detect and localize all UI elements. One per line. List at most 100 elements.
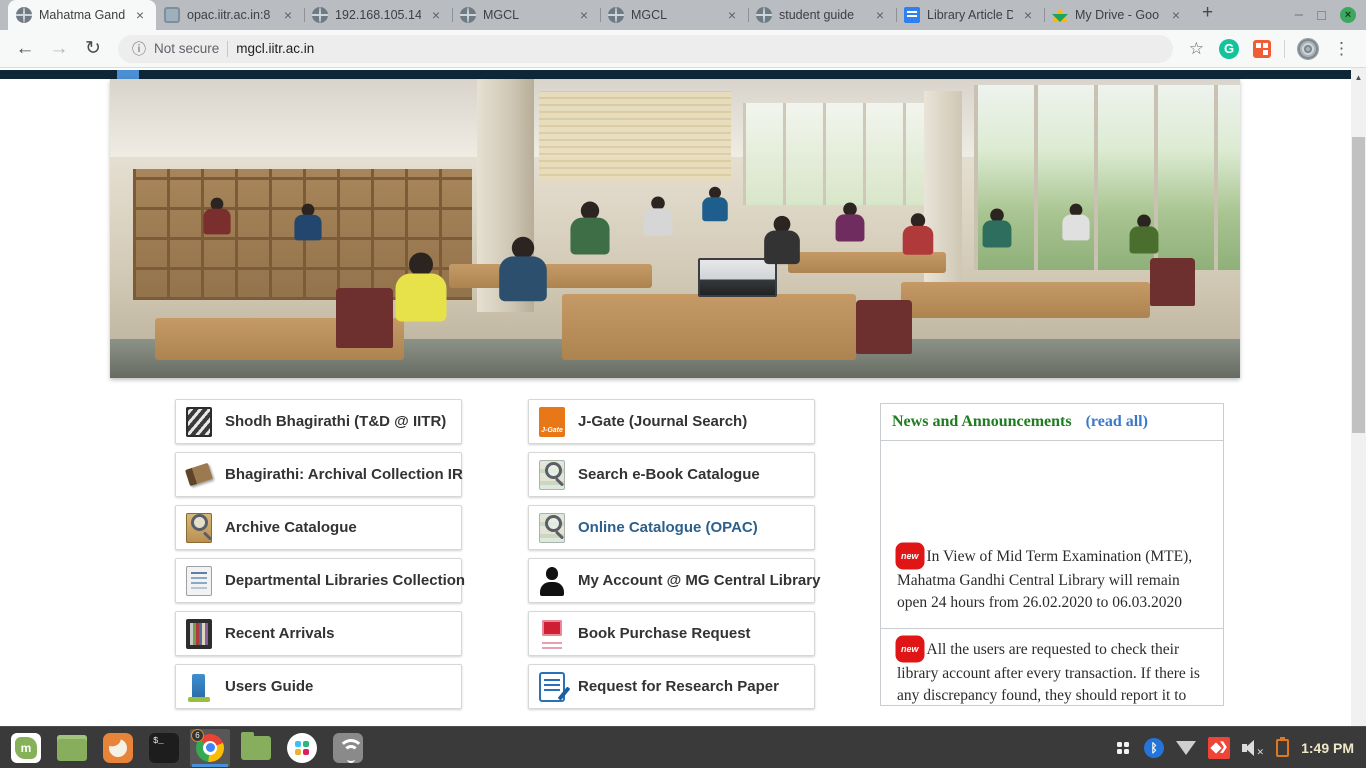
globe-favicon-icon — [460, 7, 476, 23]
close-window-button[interactable]: × — [1340, 7, 1356, 23]
photo-windows-greenery — [974, 85, 1240, 270]
tab-ip-address[interactable]: 192.168.105.14 × — [304, 0, 452, 30]
security-label: Not secure — [154, 41, 219, 56]
show-desktop-button[interactable] — [52, 729, 92, 767]
link-jgate[interactable]: J-Gate J-Gate (Journal Search) — [528, 399, 815, 444]
page-scrollbar[interactable]: ▲ — [1351, 68, 1366, 726]
system-taskbar: m $_ 6 ᛒ ✕ 1:49 PM — [0, 726, 1366, 768]
tab-opac[interactable]: opac.iitr.ac.in:8 × — [156, 0, 304, 30]
link-label: Shodh Bhagirathi (T&D @ IITR) — [225, 413, 446, 430]
reload-button[interactable]: ↻ — [78, 37, 108, 60]
wifi-signal-icon[interactable] — [1176, 741, 1196, 755]
browser-toolbar: ← → ↻ ⓘ Not secure mgcl.iitr.ac.in ☆ G ⋮ — [0, 30, 1366, 68]
tab-title: student guide — [779, 8, 865, 22]
firefox-launcher[interactable] — [98, 729, 138, 767]
link-departmental-libraries[interactable]: Departmental Libraries Collection — [175, 558, 462, 603]
forward-button[interactable]: → — [44, 38, 74, 60]
link-ebook-catalogue[interactable]: Search e-Book Catalogue — [528, 452, 815, 497]
photo-person — [903, 213, 934, 254]
tab-student-guide[interactable]: student guide × — [748, 0, 896, 30]
photo-chair — [856, 300, 913, 354]
link-bhagirathi-archival[interactable]: Bhagirathi: Archival Collection IR — [175, 452, 462, 497]
tab-mgcl-1[interactable]: MGCL × — [452, 0, 600, 30]
news-item-text-wrap: newAll the users are requested to check … — [897, 639, 1207, 705]
tab-close-icon[interactable]: × — [1168, 7, 1184, 23]
link-archive-catalogue[interactable]: Archive Catalogue — [175, 505, 462, 550]
mint-menu-button[interactable]: m — [6, 729, 46, 767]
folder-icon — [241, 736, 271, 760]
link-book-purchase-request[interactable]: Book Purchase Request — [528, 611, 815, 656]
slack-launcher[interactable] — [282, 729, 322, 767]
info-icon[interactable]: ⓘ — [132, 39, 146, 59]
link-shodh-bhagirathi[interactable]: Shodh Bhagirathi (T&D @ IITR) — [175, 399, 462, 444]
taskbar-clock[interactable]: 1:49 PM — [1301, 740, 1354, 756]
tab-mgcl-2[interactable]: MGCL × — [600, 0, 748, 30]
tab-my-drive[interactable]: My Drive - Goo × — [1044, 0, 1192, 30]
maximize-button[interactable] — [1317, 11, 1326, 20]
bluetooth-icon[interactable]: ᛒ — [1144, 738, 1164, 758]
wifi-app-icon — [333, 733, 363, 763]
bookshelf-icon — [186, 619, 212, 649]
link-label: Users Guide — [225, 678, 313, 695]
guide-book-icon — [186, 672, 212, 702]
scrollbar-thumb[interactable] — [1352, 137, 1365, 433]
red-book-icon — [539, 619, 565, 649]
file-manager-launcher[interactable] — [236, 729, 276, 767]
link-recent-arrivals[interactable]: Recent Arrivals — [175, 611, 462, 656]
news-announcements-panel: News and Announcements (read all) newIn … — [880, 403, 1224, 706]
grammarly-extension-icon[interactable]: G — [1219, 39, 1239, 59]
photo-table — [562, 294, 856, 360]
browser-menu-icon[interactable]: ⋮ — [1327, 39, 1356, 59]
thesis-stack-icon — [186, 407, 212, 437]
back-button[interactable]: ← — [10, 38, 40, 60]
terminal-icon: $_ — [149, 733, 179, 763]
omnibox-divider — [227, 41, 228, 57]
new-badge: new — [897, 637, 923, 661]
link-request-research-paper[interactable]: Request for Research Paper — [528, 664, 815, 709]
link-users-guide[interactable]: Users Guide — [175, 664, 462, 709]
tab-close-icon[interactable]: × — [1020, 7, 1036, 23]
photo-person — [294, 203, 321, 240]
read-all-link[interactable]: (read all) — [1086, 413, 1148, 431]
photo-person — [983, 208, 1012, 247]
url-text[interactable]: mgcl.iitr.ac.in — [236, 41, 314, 56]
slack-tray-icon[interactable] — [1114, 739, 1132, 757]
link-my-account[interactable]: My Account @ MG Central Library — [528, 558, 815, 603]
chrome-taskbar-button[interactable]: 6 — [190, 729, 230, 767]
photo-laptop — [698, 258, 777, 297]
tab-close-icon[interactable]: × — [576, 7, 592, 23]
google-docs-favicon-icon — [904, 7, 920, 23]
firefox-icon — [103, 733, 133, 763]
terminal-launcher[interactable]: $_ — [144, 729, 184, 767]
photo-person — [765, 215, 801, 263]
screenshot-extension-icon[interactable] — [1253, 40, 1271, 58]
quick-links-left-column: Shodh Bhagirathi (T&D @ IITR) Bhagirathi… — [175, 399, 462, 717]
window-controls: – × — [1295, 0, 1356, 30]
system-tray: ᛒ ✕ 1:49 PM — [1114, 737, 1360, 759]
volume-muted-icon[interactable]: ✕ — [1242, 738, 1264, 758]
tab-close-icon[interactable]: × — [132, 7, 148, 23]
new-tab-button[interactable]: + — [1192, 2, 1223, 28]
anydesk-icon[interactable] — [1208, 737, 1230, 759]
photo-person — [644, 196, 673, 235]
photo-person — [499, 237, 547, 301]
bookmark-star-icon[interactable]: ☆ — [1183, 39, 1210, 59]
quick-links-middle-column: J-Gate J-Gate (Journal Search) Search e-… — [528, 399, 815, 717]
battery-icon[interactable] — [1276, 739, 1289, 757]
address-bar[interactable]: ⓘ Not secure mgcl.iitr.ac.in — [118, 35, 1173, 63]
network-settings-launcher[interactable] — [328, 729, 368, 767]
photo-windows-mid — [743, 103, 924, 205]
clipboard-pencil-icon — [539, 672, 565, 702]
tab-close-icon[interactable]: × — [724, 7, 740, 23]
minimize-button[interactable]: – — [1295, 10, 1303, 20]
tab-close-icon[interactable]: × — [872, 7, 888, 23]
library-banner-photo — [110, 79, 1240, 378]
tab-mahatma-gandhi[interactable]: Mahatma Gand × — [8, 0, 156, 30]
tab-close-icon[interactable]: × — [280, 7, 296, 23]
photo-person — [395, 253, 446, 322]
scrollbar-up-arrow[interactable]: ▲ — [1351, 68, 1366, 82]
link-online-catalogue-opac[interactable]: Online Catalogue (OPAC) — [528, 505, 815, 550]
tab-close-icon[interactable]: × — [428, 7, 444, 23]
profile-avatar[interactable] — [1297, 38, 1319, 60]
tab-library-article[interactable]: Library Article D × — [896, 0, 1044, 30]
